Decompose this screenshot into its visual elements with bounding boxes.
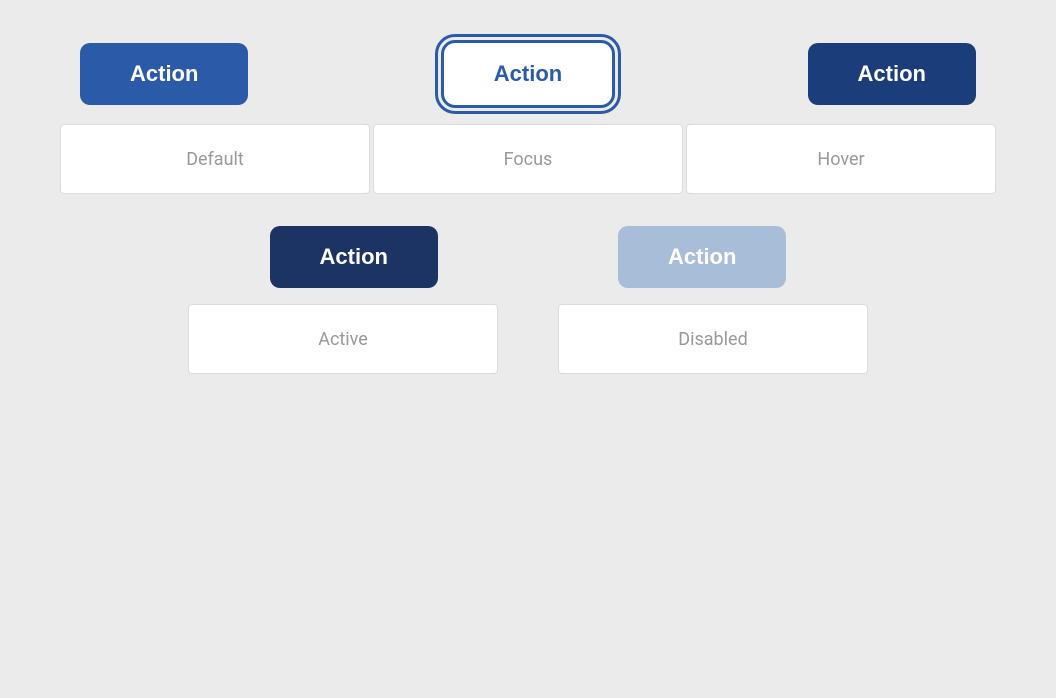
default-button[interactable]: Action [80,43,248,105]
active-label: Active [188,304,498,374]
row2-labels: Active Disabled [60,304,996,374]
row1-buttons: Action Action Action [60,40,996,108]
disabled-label: Disabled [558,304,868,374]
hover-label: Hover [686,124,996,194]
disabled-button: Action [618,226,786,288]
default-label: Default [60,124,370,194]
focus-label: Focus [373,124,683,194]
row2-buttons: Action Action [60,226,996,288]
main-container: Action Action Action Default Focus Hover… [60,40,996,374]
active-button[interactable]: Action [270,226,438,288]
hover-button[interactable]: Action [808,43,976,105]
focus-button[interactable]: Action [441,40,615,108]
row1-labels: Default Focus Hover [60,124,996,194]
